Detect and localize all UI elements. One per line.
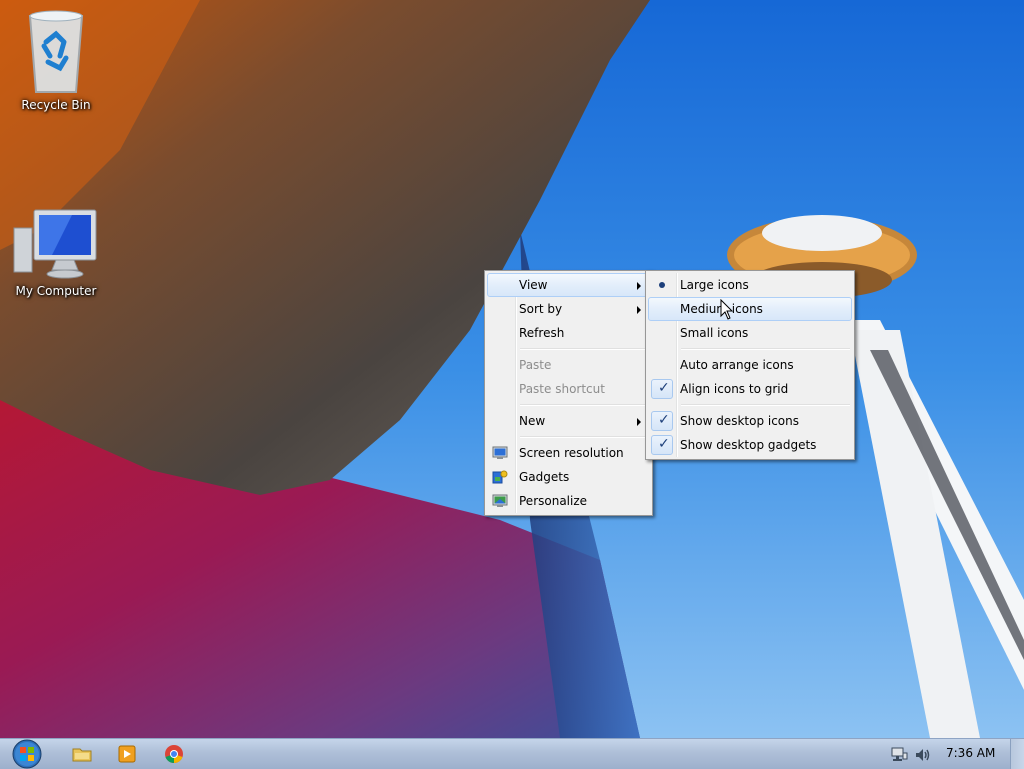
menu-item-new[interactable]: New (487, 409, 650, 433)
menu-item-paste: Paste (487, 353, 650, 377)
desktop-context-menu: View Sort by Refresh Paste Paste shortcu… (484, 270, 653, 516)
menu-item-show-desktop-gadgets-label: Show desktop gadgets (680, 438, 817, 452)
menu-item-small-icons-label: Small icons (680, 326, 749, 340)
menu-item-new-label: New (519, 414, 546, 428)
menu-item-large-icons-label: Large icons (680, 278, 749, 292)
menu-separator (681, 404, 850, 406)
menu-item-paste-shortcut-label: Paste shortcut (519, 382, 605, 396)
checkmark-icon: ✓ (651, 411, 673, 431)
menu-item-sort-by-label: Sort by (519, 302, 563, 316)
show-desktop-button[interactable] (1010, 739, 1024, 769)
radio-selected-icon (659, 282, 665, 288)
menu-item-gadgets[interactable]: Gadgets (487, 465, 650, 489)
my-computer-label: My Computer (15, 284, 97, 298)
desktop[interactable]: Recycle Bin My Computer View Sort by Ref… (0, 0, 1024, 738)
network-icon[interactable] (890, 747, 908, 763)
menu-item-screen-resolution[interactable]: Screen resolution (487, 441, 650, 465)
screen-resolution-icon (492, 446, 508, 459)
view-submenu: Large icons Medium icons Small icons Aut… (645, 270, 855, 460)
menu-item-screen-resolution-label: Screen resolution (519, 446, 624, 460)
gadgets-icon (492, 470, 508, 484)
menu-item-paste-label: Paste (519, 358, 552, 372)
menu-item-show-desktop-icons[interactable]: ✓ Show desktop icons (648, 409, 852, 433)
menu-item-medium-icons[interactable]: Medium icons (648, 297, 852, 321)
submenu-arrow-icon (637, 418, 641, 426)
menu-item-gadgets-label: Gadgets (519, 470, 570, 484)
computer-icon (13, 209, 97, 279)
menu-item-personalize[interactable]: Personalize (487, 489, 650, 513)
menu-item-personalize-label: Personalize (519, 494, 588, 508)
checkmark-icon: ✓ (651, 379, 673, 399)
menu-item-view-label: View (519, 278, 548, 292)
submenu-arrow-icon (637, 306, 641, 314)
menu-item-small-icons[interactable]: Small icons (648, 321, 852, 345)
menu-item-paste-shortcut: Paste shortcut (487, 377, 650, 401)
checkmark-icon: ✓ (651, 435, 673, 455)
media-player-icon[interactable] (115, 742, 139, 766)
menu-item-view[interactable]: View (487, 273, 650, 297)
clock[interactable]: 7:36 AM (946, 746, 995, 760)
mouse-cursor-icon (720, 299, 734, 320)
recycle-bin-label: Recycle Bin (21, 98, 91, 112)
volume-icon[interactable] (914, 747, 932, 763)
menu-separator (681, 348, 850, 350)
recycle-bin-icon (28, 10, 84, 93)
menu-item-auto-arrange-label: Auto arrange icons (680, 358, 794, 372)
menu-item-refresh-label: Refresh (519, 326, 565, 340)
taskbar: 7:36 AM (0, 738, 1024, 769)
menu-item-auto-arrange-icons[interactable]: Auto arrange icons (648, 353, 852, 377)
my-computer-shortcut[interactable]: My Computer (11, 208, 101, 298)
submenu-arrow-icon (637, 282, 641, 290)
start-orb-icon[interactable] (8, 739, 46, 769)
recycle-bin-shortcut[interactable]: Recycle Bin (11, 8, 101, 112)
personalize-icon (492, 494, 508, 507)
menu-item-large-icons[interactable]: Large icons (648, 273, 852, 297)
menu-item-show-desktop-icons-label: Show desktop icons (680, 414, 800, 428)
menu-item-sort-by[interactable]: Sort by (487, 297, 650, 321)
menu-separator (520, 404, 648, 406)
menu-item-show-desktop-gadgets[interactable]: ✓ Show desktop gadgets (648, 433, 852, 457)
menu-item-align-icons-to-grid[interactable]: ✓ Align icons to grid (648, 377, 852, 401)
menu-item-align-grid-label: Align icons to grid (680, 382, 789, 396)
menu-separator (520, 348, 648, 350)
chrome-icon[interactable] (162, 742, 186, 766)
explorer-icon[interactable] (70, 742, 94, 766)
menu-separator (520, 436, 648, 438)
menu-item-refresh[interactable]: Refresh (487, 321, 650, 345)
